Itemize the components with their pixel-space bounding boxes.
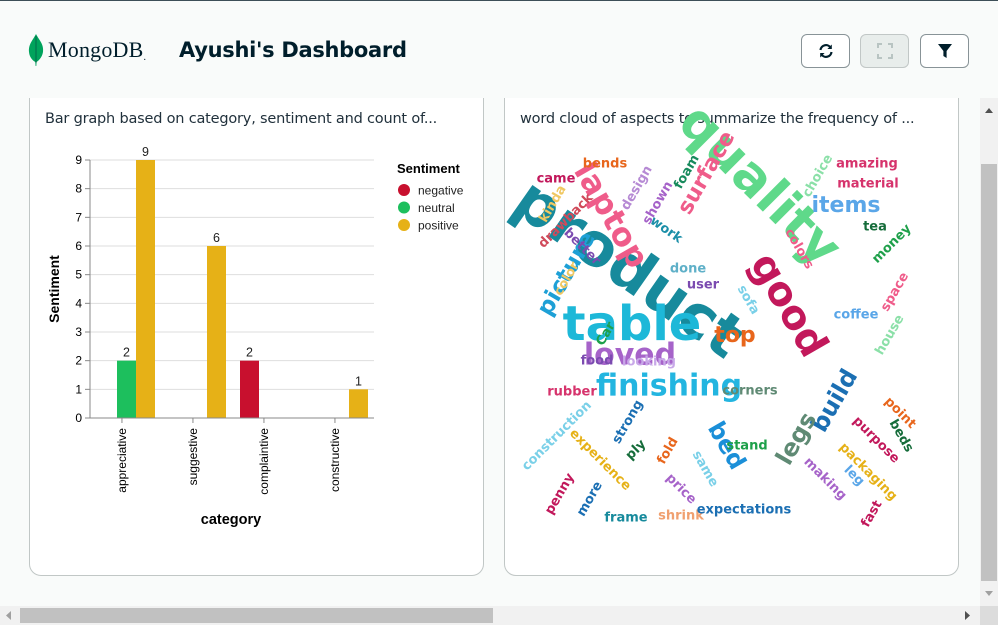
cloud-word[interactable]: top <box>714 323 755 348</box>
cloud-word[interactable]: penny <box>542 470 578 517</box>
cloud-word[interactable]: fold <box>654 435 681 467</box>
dashboard-header: MongoDB. Ayushi's Dashboard <box>0 0 998 98</box>
scroll-left-arrow-icon[interactable] <box>0 606 18 625</box>
legend-label-positive: positive <box>418 219 459 233</box>
y-axis-label: Sentiment <box>46 255 62 323</box>
x-axis-label: category <box>201 512 261 528</box>
cloud-word[interactable]: stand <box>726 439 767 454</box>
y-tick-label: 1 <box>75 382 82 396</box>
filter-button[interactable] <box>920 34 969 68</box>
filter-icon <box>937 44 952 58</box>
scroll-down-arrow-icon[interactable] <box>980 585 998 603</box>
cloud-word[interactable]: looking <box>622 355 676 370</box>
cloud-word[interactable]: space <box>878 270 912 314</box>
bar-value-label: 9 <box>142 145 149 159</box>
cloud-word[interactable]: bends <box>583 157 628 172</box>
bar-value-label: 6 <box>213 231 220 245</box>
legend-title: Sentiment <box>397 161 461 176</box>
cloud-word[interactable]: more <box>574 479 606 519</box>
legend-swatch-negative <box>398 184 410 196</box>
cloud-word[interactable]: expectations <box>697 503 792 518</box>
cloud-word[interactable]: frame <box>604 511 647 526</box>
cloud-word[interactable]: tea <box>863 220 887 235</box>
vertical-scroll-thumb[interactable] <box>981 164 997 581</box>
y-tick-label: 7 <box>75 210 82 224</box>
legend-label-negative: negative <box>418 184 464 198</box>
cloud-word[interactable]: price <box>663 471 700 508</box>
cloud-word[interactable]: amazing <box>836 157 898 172</box>
cloud-word[interactable]: strong <box>610 398 647 447</box>
y-tick-label: 4 <box>75 296 82 310</box>
y-tick-label: 6 <box>75 239 82 253</box>
x-tick-label: suggestive <box>186 428 200 486</box>
leaf-icon <box>28 34 44 66</box>
scroll-right-arrow-icon[interactable] <box>958 606 976 625</box>
y-tick-label: 2 <box>75 354 82 368</box>
scrollbar-corner <box>980 606 998 625</box>
bar-value-label: 2 <box>123 346 130 360</box>
bar-positive[interactable] <box>136 160 155 418</box>
logo-wordmark: MongoDB. <box>48 37 147 63</box>
cloud-word[interactable]: coffee <box>834 308 879 323</box>
y-tick-label: 5 <box>75 268 82 282</box>
bar-value-label: 2 <box>246 346 253 360</box>
x-tick-label: appreciative <box>115 428 129 493</box>
word-cloud: productqualitytable goodlaptoplovedfinish… <box>505 98 919 530</box>
refresh-icon <box>818 44 833 58</box>
bar-negative[interactable] <box>240 360 259 418</box>
cloud-word[interactable]: ply <box>623 436 650 463</box>
bar-chart: 2 9 6 2 1 0 1 2 3 4 5 6 7 8 9 appreciative suggestive c… <box>46 145 464 528</box>
dashboard-title: Ayushi's Dashboard <box>179 38 407 62</box>
y-tick-label: 3 <box>75 325 82 339</box>
cloud-word[interactable]: done <box>670 262 706 277</box>
refresh-button[interactable] <box>801 34 850 68</box>
bar-positive[interactable] <box>207 246 226 418</box>
fullscreen-button[interactable] <box>860 34 909 68</box>
legend-swatch-neutral <box>398 201 410 214</box>
x-tick-label: constructive <box>328 428 342 492</box>
legend: Sentiment negative neutral positive <box>397 161 464 233</box>
expand-icon <box>876 43 893 59</box>
cloud-word[interactable]: fast <box>858 498 885 530</box>
bar-positive[interactable] <box>349 389 368 418</box>
cloud-word[interactable]: food <box>581 354 614 369</box>
cloud-word[interactable]: corners <box>722 384 778 399</box>
cloud-word[interactable]: items <box>812 193 881 218</box>
cloud-word[interactable]: finishing <box>596 369 742 404</box>
dashboard-canvas[interactable]: Bar graph based on category, sentiment a… <box>0 98 980 606</box>
horizontal-scroll-thumb[interactable] <box>20 608 493 623</box>
word-cloud-card[interactable]: word cloud of aspects to summarize the f… <box>504 98 959 576</box>
cloud-word[interactable]: making <box>801 455 850 504</box>
y-tick-label: 9 <box>75 153 82 167</box>
cloud-word[interactable]: material <box>837 177 898 192</box>
legend-swatch-positive <box>398 219 410 231</box>
horizontal-scrollbar[interactable] <box>0 606 980 625</box>
bar-value-label: 1 <box>355 374 362 388</box>
legend-label-neutral: neutral <box>418 201 455 215</box>
x-tick-label: complaintive <box>257 428 271 495</box>
scroll-up-arrow-icon[interactable] <box>980 101 998 119</box>
cloud-word[interactable]: rubber <box>547 385 597 400</box>
mongodb-logo: MongoDB. <box>28 34 146 66</box>
cloud-word[interactable]: user <box>687 278 720 293</box>
bar-neutral[interactable] <box>117 360 136 418</box>
vertical-scrollbar[interactable] <box>980 98 998 606</box>
y-tick-label: 0 <box>75 411 82 425</box>
bar-chart-card[interactable]: Bar graph based on category, sentiment a… <box>29 98 484 576</box>
y-tick-label: 8 <box>75 182 82 196</box>
